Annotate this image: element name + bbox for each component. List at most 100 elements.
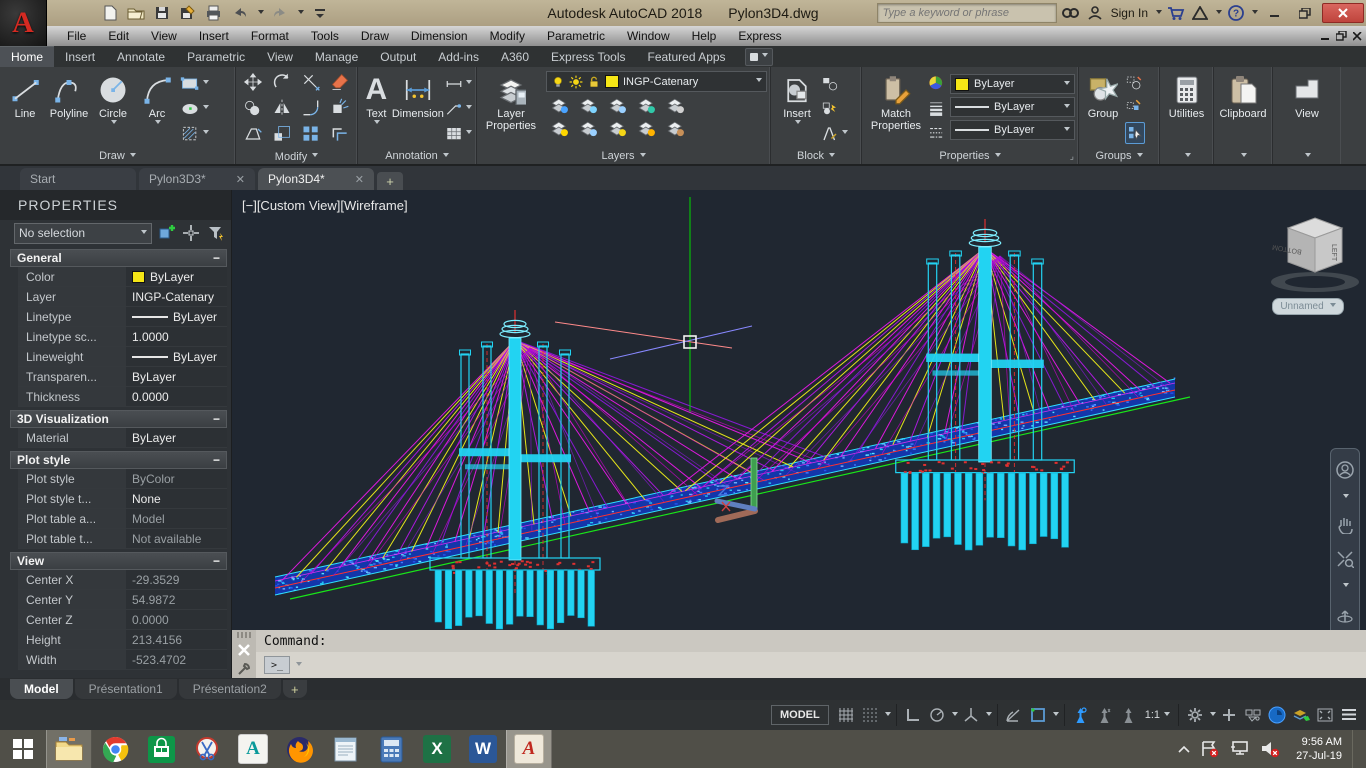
annotation-scale-icon[interactable]: [1118, 704, 1140, 726]
modify-tool-stretch[interactable]: [242, 123, 264, 145]
customization-menu-icon[interactable]: [1338, 704, 1360, 726]
collapse-icon[interactable]: −: [213, 412, 220, 426]
print-icon[interactable]: [204, 3, 224, 23]
block-create-button[interactable]: [821, 99, 848, 119]
properties-dialog-launcher[interactable]: ⌟: [1070, 151, 1074, 162]
quick-select-icon[interactable]: [207, 224, 225, 243]
panel-layers-footer[interactable]: Layers: [477, 148, 770, 164]
property-value[interactable]: Model: [126, 509, 227, 528]
ribbon-minimize-button[interactable]: [745, 48, 773, 66]
annotation-leader-flyout[interactable]: [445, 99, 472, 119]
property-value[interactable]: 54.9872: [126, 590, 227, 609]
ribbon-tab-output[interactable]: Output: [369, 46, 427, 67]
linetype-dropdown[interactable]: ByLayer: [950, 120, 1075, 140]
ribbon-tab-parametric[interactable]: Parametric: [176, 46, 256, 67]
draw-flyout-hatch[interactable]: [180, 124, 226, 144]
taskbar-app-calculator[interactable]: [368, 730, 414, 768]
layer-tool-icon-5[interactable]: [666, 96, 685, 115]
ribbon-tab-insert[interactable]: Insert: [54, 46, 106, 67]
panel-view-footer[interactable]: [1273, 148, 1341, 164]
redo-flyout-caret[interactable]: [298, 10, 304, 17]
modify-tool-copy[interactable]: [242, 97, 264, 119]
taskbar-app-chrome[interactable]: [92, 730, 138, 768]
ungroup-button[interactable]: [1125, 73, 1145, 93]
a360-icon[interactable]: [1190, 3, 1210, 23]
modify-tool-array[interactable]: [300, 123, 322, 145]
text-tool-button[interactable]: AText: [361, 69, 392, 148]
select-objects-icon[interactable]: [182, 224, 200, 243]
layer-tool-icon-1[interactable]: [550, 96, 569, 115]
file-tab-pylon3d4[interactable]: Pylon3D4*✕: [258, 168, 374, 190]
draw-tool-line[interactable]: Line: [3, 69, 47, 148]
command-customize-icon[interactable]: [237, 662, 251, 676]
menu-item-tools[interactable]: Tools: [300, 26, 350, 46]
layer-tool-icon-6[interactable]: [550, 119, 569, 138]
menu-item-file[interactable]: File: [56, 26, 97, 46]
object-color-icon[interactable]: [928, 75, 945, 92]
object-snap-tracking-icon[interactable]: [1003, 704, 1025, 726]
ortho-mode-icon[interactable]: [902, 704, 924, 726]
annotation-table-tool[interactable]: [445, 124, 472, 144]
group-selection-toggle[interactable]: [1125, 122, 1145, 144]
taskbar-app-autocad[interactable]: A: [506, 730, 552, 768]
layer-tool-icon-8[interactable]: [608, 119, 627, 138]
menu-item-draw[interactable]: Draw: [350, 26, 400, 46]
viewcube-left-face[interactable]: LEFT: [1330, 244, 1337, 262]
command-close-icon[interactable]: [238, 644, 250, 656]
panel-annotation-footer[interactable]: Annotation: [358, 148, 476, 164]
panel-modify-footer[interactable]: Modify: [236, 149, 357, 164]
workspace-gear-icon[interactable]: [1184, 704, 1206, 726]
redo-icon[interactable]: [270, 3, 290, 23]
modify-tool-fillet[interactable]: [300, 97, 322, 119]
grid-display-icon[interactable]: [859, 704, 881, 726]
doc-close-icon[interactable]: [1353, 32, 1362, 41]
save-as-icon[interactable]: [178, 3, 198, 23]
a360-caret[interactable]: [1216, 10, 1222, 17]
block-attributes-button[interactable]: [821, 124, 848, 144]
customization-plus-icon[interactable]: [1218, 704, 1240, 726]
action-center-icon[interactable]: [1200, 740, 1220, 758]
menu-item-format[interactable]: Format: [240, 26, 300, 46]
clipboard-button[interactable]: Clipboard: [1217, 69, 1269, 148]
layer-properties-button[interactable]: Layer Properties: [480, 69, 542, 148]
doc-restore-icon[interactable]: [1336, 31, 1347, 41]
annotation-scale-value[interactable]: 1:1: [1142, 709, 1173, 721]
property-value[interactable]: 0.0000: [126, 387, 227, 406]
polar-caret[interactable]: [952, 712, 958, 719]
object-snap-icon[interactable]: [1027, 704, 1049, 726]
property-value[interactable]: Not available: [126, 529, 227, 548]
property-value[interactable]: ByLayer: [126, 428, 227, 447]
layer-tool-icon-4[interactable]: [637, 96, 656, 115]
property-value[interactable]: ByLayer: [126, 347, 227, 366]
match-properties-button[interactable]: Match Properties: [865, 69, 927, 148]
modify-tool-trim[interactable]: [300, 71, 322, 93]
menu-item-window[interactable]: Window: [616, 26, 681, 46]
modify-tool-erase[interactable]: [329, 71, 351, 93]
graphics-performance-icon[interactable]: [1266, 704, 1288, 726]
draw-flyout-ellipse[interactable]: [180, 99, 226, 119]
property-value[interactable]: ByLayer: [126, 307, 227, 326]
property-value[interactable]: ByLayer: [126, 267, 227, 286]
new-file-icon[interactable]: [100, 3, 120, 23]
volume-muted-icon[interactable]: [1260, 740, 1280, 758]
section-header[interactable]: Plot style−: [10, 451, 227, 469]
start-button[interactable]: [0, 730, 46, 768]
search-icon[interactable]: [1061, 3, 1081, 23]
panel-block-footer[interactable]: Block: [771, 148, 861, 164]
autoscale-icon[interactable]: [1094, 704, 1116, 726]
command-recent-caret[interactable]: [296, 662, 302, 669]
object-snap-caret[interactable]: [1053, 712, 1059, 719]
isodraft-icon[interactable]: [960, 704, 982, 726]
draw-flyout-rectangle[interactable]: [180, 74, 226, 94]
menu-item-express[interactable]: Express: [727, 26, 792, 46]
layer-tool-icon-10[interactable]: [666, 119, 685, 138]
layer-tool-icon-2[interactable]: [579, 96, 598, 115]
menu-item-parametric[interactable]: Parametric: [536, 26, 616, 46]
zoom-caret[interactable]: [1343, 583, 1349, 590]
section-header[interactable]: General−: [10, 249, 227, 267]
layout-tab-model[interactable]: Model: [10, 679, 73, 699]
property-value[interactable]: -523.4702: [126, 650, 227, 669]
section-header[interactable]: View−: [10, 552, 227, 570]
command-history[interactable]: Command:: [256, 630, 1366, 652]
menu-item-help[interactable]: Help: [681, 26, 728, 46]
